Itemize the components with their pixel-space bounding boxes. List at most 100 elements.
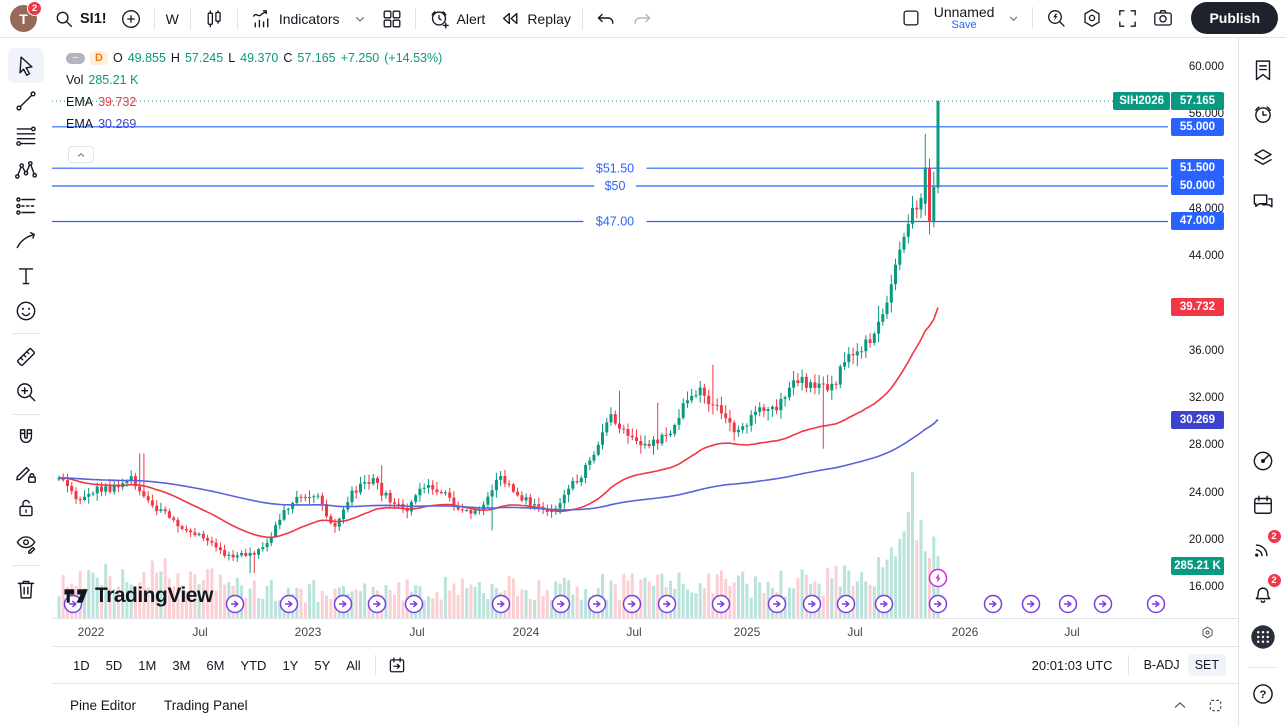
collapse-panel-button[interactable]: [1167, 692, 1193, 718]
range-6m-button[interactable]: 6M: [199, 653, 231, 678]
tool-hide-drawings[interactable]: [8, 525, 44, 560]
sidebar-alerts-clock-button[interactable]: [1244, 94, 1282, 134]
contract-rollover-marker[interactable]: [1095, 596, 1112, 613]
tool-remove-drawings[interactable]: [8, 571, 44, 606]
contract-rollover-marker[interactable]: [624, 596, 641, 613]
contract-rollover-marker[interactable]: [493, 596, 510, 613]
range-1d-button[interactable]: 1D: [66, 653, 97, 678]
contract-rollover-marker[interactable]: [406, 596, 423, 613]
contract-rollover-marker[interactable]: [838, 596, 855, 613]
publish-button[interactable]: Publish: [1191, 2, 1278, 34]
legend-collapse-button[interactable]: [68, 146, 94, 163]
sidebar-minds-button[interactable]: 2: [1244, 529, 1282, 569]
settlement-toggle[interactable]: SET: [1188, 654, 1226, 676]
layout-name-button[interactable]: Unnamed Save: [928, 2, 1001, 34]
snapshot-button[interactable]: [1145, 3, 1181, 33]
chart-legend: – D O49.855 H57.245 L49.370 C57.165 +7.2…: [66, 47, 442, 135]
tool-cursor[interactable]: [8, 48, 44, 83]
indicators-button[interactable]: Indicators: [243, 3, 346, 34]
fullscreen-button[interactable]: [1110, 4, 1145, 33]
range-5y-button[interactable]: 5Y: [307, 653, 337, 678]
contract-rollover-marker[interactable]: [1060, 596, 1077, 613]
contract-rollover-marker[interactable]: [985, 596, 1002, 613]
adjustment-toggle[interactable]: B-ADJ: [1144, 658, 1180, 672]
contract-rollover-marker[interactable]: [335, 596, 352, 613]
contract-rollover-marker[interactable]: [1148, 596, 1165, 613]
tool-brush[interactable]: [8, 223, 44, 258]
layout-grid-button[interactable]: [374, 4, 410, 34]
contract-rollover-marker[interactable]: [713, 596, 730, 613]
sidebar-screener-target-button[interactable]: [1244, 441, 1282, 481]
sidebar-notifications-button[interactable]: 2: [1244, 573, 1282, 613]
interval-button[interactable]: W: [160, 8, 185, 30]
ema-line[interactable]: [59, 308, 938, 538]
sidebar-watchlist-button[interactable]: [1244, 50, 1282, 90]
tool-text[interactable]: [8, 258, 44, 293]
range-all-button[interactable]: All: [339, 653, 367, 678]
tool-lock-all[interactable]: [8, 490, 44, 525]
sidebar-help-button[interactable]: ?: [1244, 674, 1282, 714]
sidebar-calendar-button[interactable]: [1244, 485, 1282, 525]
goto-date-button[interactable]: [383, 651, 411, 679]
tool-forecast[interactable]: [8, 188, 44, 223]
limit-event-marker[interactable]: [930, 570, 947, 587]
time-axis[interactable]: 2022Jul2023Jul2024Jul2025Jul2026Jul: [52, 618, 1238, 646]
contract-rollover-marker[interactable]: [804, 596, 821, 613]
range-1m-button[interactable]: 1M: [131, 653, 163, 678]
contract-rollover-marker[interactable]: [876, 596, 893, 613]
contract-rollover-marker[interactable]: [769, 596, 786, 613]
tool-drawing-mode[interactable]: [8, 455, 44, 490]
contract-rollover-marker[interactable]: [659, 596, 676, 613]
compare-add-button[interactable]: [113, 4, 149, 34]
tab-trading-panel[interactable]: Trading Panel: [164, 698, 248, 713]
contract-rollover-marker[interactable]: [589, 596, 606, 613]
quick-search-button[interactable]: [1038, 3, 1074, 33]
layout-menu-chevron[interactable]: [1000, 8, 1027, 29]
redo-button[interactable]: [624, 4, 660, 34]
tool-emoji[interactable]: [8, 293, 44, 328]
contract-rollover-marker[interactable]: [1023, 596, 1040, 613]
create-alert-button[interactable]: Alert: [421, 3, 492, 34]
undo-button[interactable]: [588, 4, 624, 34]
save-layout-link[interactable]: Save: [952, 20, 977, 32]
maximize-panel-button[interactable]: [1203, 693, 1228, 718]
price-level-label[interactable]: $50: [605, 179, 626, 193]
indicator-templates-button[interactable]: [346, 8, 374, 30]
contract-rollover-marker[interactable]: [369, 596, 386, 613]
tool-zoom-in[interactable]: [8, 374, 44, 409]
top-toolbar: T 2 SI1! W Indicators: [0, 0, 1286, 38]
price-level-label[interactable]: $47.00: [596, 215, 634, 229]
user-menu-button[interactable]: T 2: [10, 5, 37, 32]
chart-style-button[interactable]: [196, 4, 232, 34]
tool-trend-line[interactable]: [8, 83, 44, 118]
tool-magnet[interactable]: [8, 420, 44, 455]
bottom-panel: Pine Editor Trading Panel: [52, 684, 1238, 726]
ema-line[interactable]: [59, 420, 938, 510]
price-level-label[interactable]: $51.50: [596, 161, 634, 175]
contract-rollover-marker[interactable]: [553, 596, 570, 613]
contract-rollover-marker[interactable]: [227, 596, 244, 613]
sidebar-object-tree-button[interactable]: [1244, 138, 1282, 178]
sidebar-apps-grid-button[interactable]: [1244, 617, 1282, 657]
symbol-search-button[interactable]: SI1!: [47, 5, 113, 33]
tool-pattern-xabcd[interactable]: [8, 153, 44, 188]
hide-source-pill[interactable]: –: [66, 53, 85, 64]
contract-rollover-marker[interactable]: [930, 596, 947, 613]
range-ytd-button[interactable]: YTD: [233, 653, 273, 678]
chart-settings-button[interactable]: [1074, 3, 1110, 33]
select-layout-checkbox[interactable]: [894, 4, 928, 32]
tool-fib-retracement[interactable]: [8, 118, 44, 153]
replay-button[interactable]: Replay: [491, 3, 577, 34]
clock-display[interactable]: 20:01:03 UTC: [1032, 658, 1113, 673]
tool-ruler[interactable]: [8, 339, 44, 374]
time-axis-settings-icon[interactable]: [1199, 624, 1216, 641]
tab-pine-editor[interactable]: Pine Editor: [70, 698, 136, 713]
contract-rollover-marker[interactable]: [281, 596, 298, 613]
range-1y-button[interactable]: 1Y: [275, 653, 305, 678]
range-5d-button[interactable]: 5D: [99, 653, 130, 678]
price-tick-label: 16.000: [1189, 581, 1224, 593]
range-3m-button[interactable]: 3M: [165, 653, 197, 678]
ruler-icon: [13, 344, 39, 370]
sidebar-chat-button[interactable]: [1244, 182, 1282, 222]
price-axis[interactable]: 60.00056.00048.00044.00036.00032.00028.0…: [1168, 38, 1238, 618]
